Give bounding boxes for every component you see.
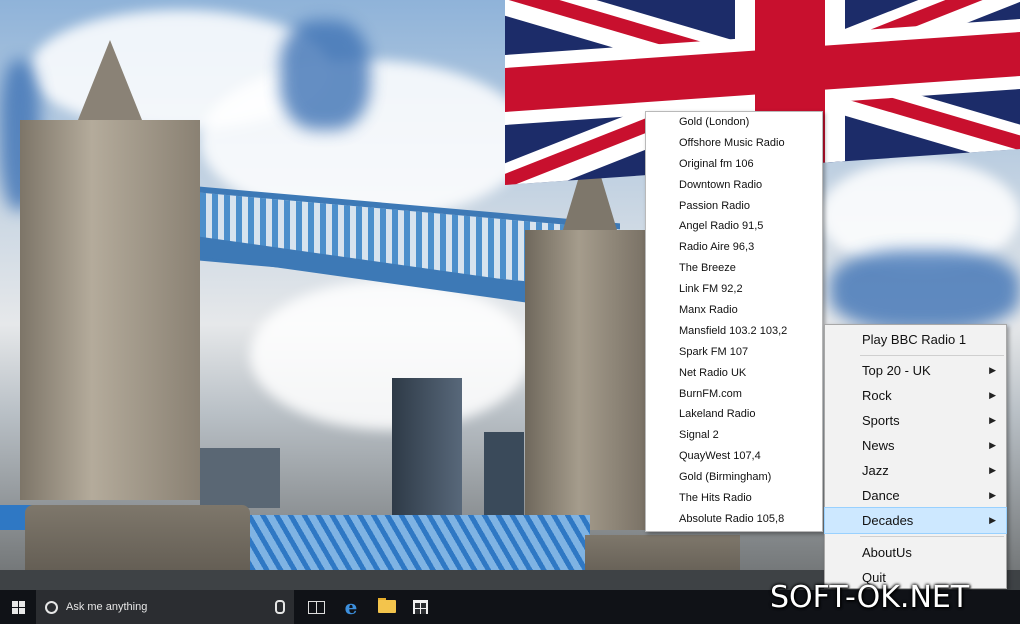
- task-view-icon[interactable]: [300, 590, 334, 624]
- menu-item-label: Top 20 - UK: [862, 363, 931, 378]
- station-item[interactable]: Radio Aire 96,3: [646, 237, 822, 258]
- station-item[interactable]: QuayWest 107,4: [646, 446, 822, 467]
- station-item[interactable]: Offshore Music Radio: [646, 133, 822, 154]
- menu-item-news[interactable]: News ▶: [825, 433, 1006, 458]
- station-item[interactable]: Original fm 106: [646, 154, 822, 175]
- station-item[interactable]: Spark FM 107: [646, 342, 822, 363]
- station-item[interactable]: Absolute Radio 105,8: [646, 509, 822, 530]
- edge-browser-icon[interactable]: e: [334, 590, 368, 624]
- microphone-icon[interactable]: [275, 600, 285, 614]
- station-item[interactable]: Net Radio UK: [646, 363, 822, 384]
- station-item[interactable]: Link FM 92,2: [646, 279, 822, 300]
- station-item[interactable]: The Hits Radio: [646, 488, 822, 509]
- menu-item-rock[interactable]: Rock ▶: [825, 383, 1006, 408]
- cortana-search-box[interactable]: Ask me anything: [36, 590, 294, 624]
- menu-item-top20-uk[interactable]: Top 20 - UK ▶: [825, 358, 1006, 383]
- search-icon: [45, 601, 58, 614]
- menu-separator: [860, 355, 1004, 356]
- station-item[interactable]: The Breeze: [646, 258, 822, 279]
- submenu-arrow-icon: ▶: [989, 365, 996, 375]
- watermark-logo: SOFT-OK.NET: [770, 580, 970, 615]
- station-submenu: Gold (London) Offshore Music Radio Origina…: [645, 111, 823, 532]
- menu-item-label: Jazz: [862, 463, 889, 478]
- station-item[interactable]: Gold (Birmingham): [646, 467, 822, 488]
- submenu-arrow-icon: ▶: [989, 490, 996, 500]
- menu-separator: [860, 536, 1004, 537]
- menu-item-jazz[interactable]: Jazz ▶: [825, 458, 1006, 483]
- submenu-arrow-icon: ▶: [989, 515, 996, 525]
- submenu-arrow-icon: ▶: [989, 415, 996, 425]
- menu-item-label: Rock: [862, 388, 892, 403]
- station-item[interactable]: Lakeland Radio: [646, 404, 822, 425]
- station-item[interactable]: Gold (London): [646, 112, 822, 133]
- station-item[interactable]: Downtown Radio: [646, 175, 822, 196]
- menu-item-label: News: [862, 438, 895, 453]
- station-item[interactable]: Angel Radio 91,5: [646, 216, 822, 237]
- station-item[interactable]: Mansfield 103.2 103,2: [646, 321, 822, 342]
- menu-item-label: Play BBC Radio 1: [862, 332, 967, 347]
- menu-item-dance[interactable]: Dance ▶: [825, 483, 1006, 508]
- file-explorer-icon[interactable]: [370, 590, 404, 624]
- menu-item-sports[interactable]: Sports ▶: [825, 408, 1006, 433]
- store-icon[interactable]: [404, 590, 438, 624]
- menu-item-label: Decades: [862, 513, 914, 528]
- station-item[interactable]: Signal 2: [646, 425, 822, 446]
- tray-context-menu: Play BBC Radio 1 Top 20 - UK ▶ Rock ▶ Sp…: [824, 324, 1007, 589]
- windows-start-icon[interactable]: [0, 590, 36, 624]
- submenu-arrow-icon: ▶: [989, 390, 996, 400]
- submenu-arrow-icon: ▶: [989, 440, 996, 450]
- submenu-arrow-icon: ▶: [989, 465, 996, 475]
- station-item[interactable]: Passion Radio: [646, 196, 822, 217]
- menu-item-decades[interactable]: Decades ▶: [824, 507, 1007, 534]
- search-placeholder: Ask me anything: [66, 601, 148, 613]
- station-item[interactable]: BurnFM.com: [646, 384, 822, 405]
- menu-item-label: AboutUs: [862, 545, 912, 560]
- menu-item-play-bbc-radio-1[interactable]: Play BBC Radio 1: [825, 326, 1006, 353]
- menu-item-about-us[interactable]: AboutUs: [825, 540, 1006, 565]
- menu-item-label: Sports: [862, 413, 900, 428]
- menu-item-label: Dance: [862, 488, 900, 503]
- station-item[interactable]: Manx Radio: [646, 300, 822, 321]
